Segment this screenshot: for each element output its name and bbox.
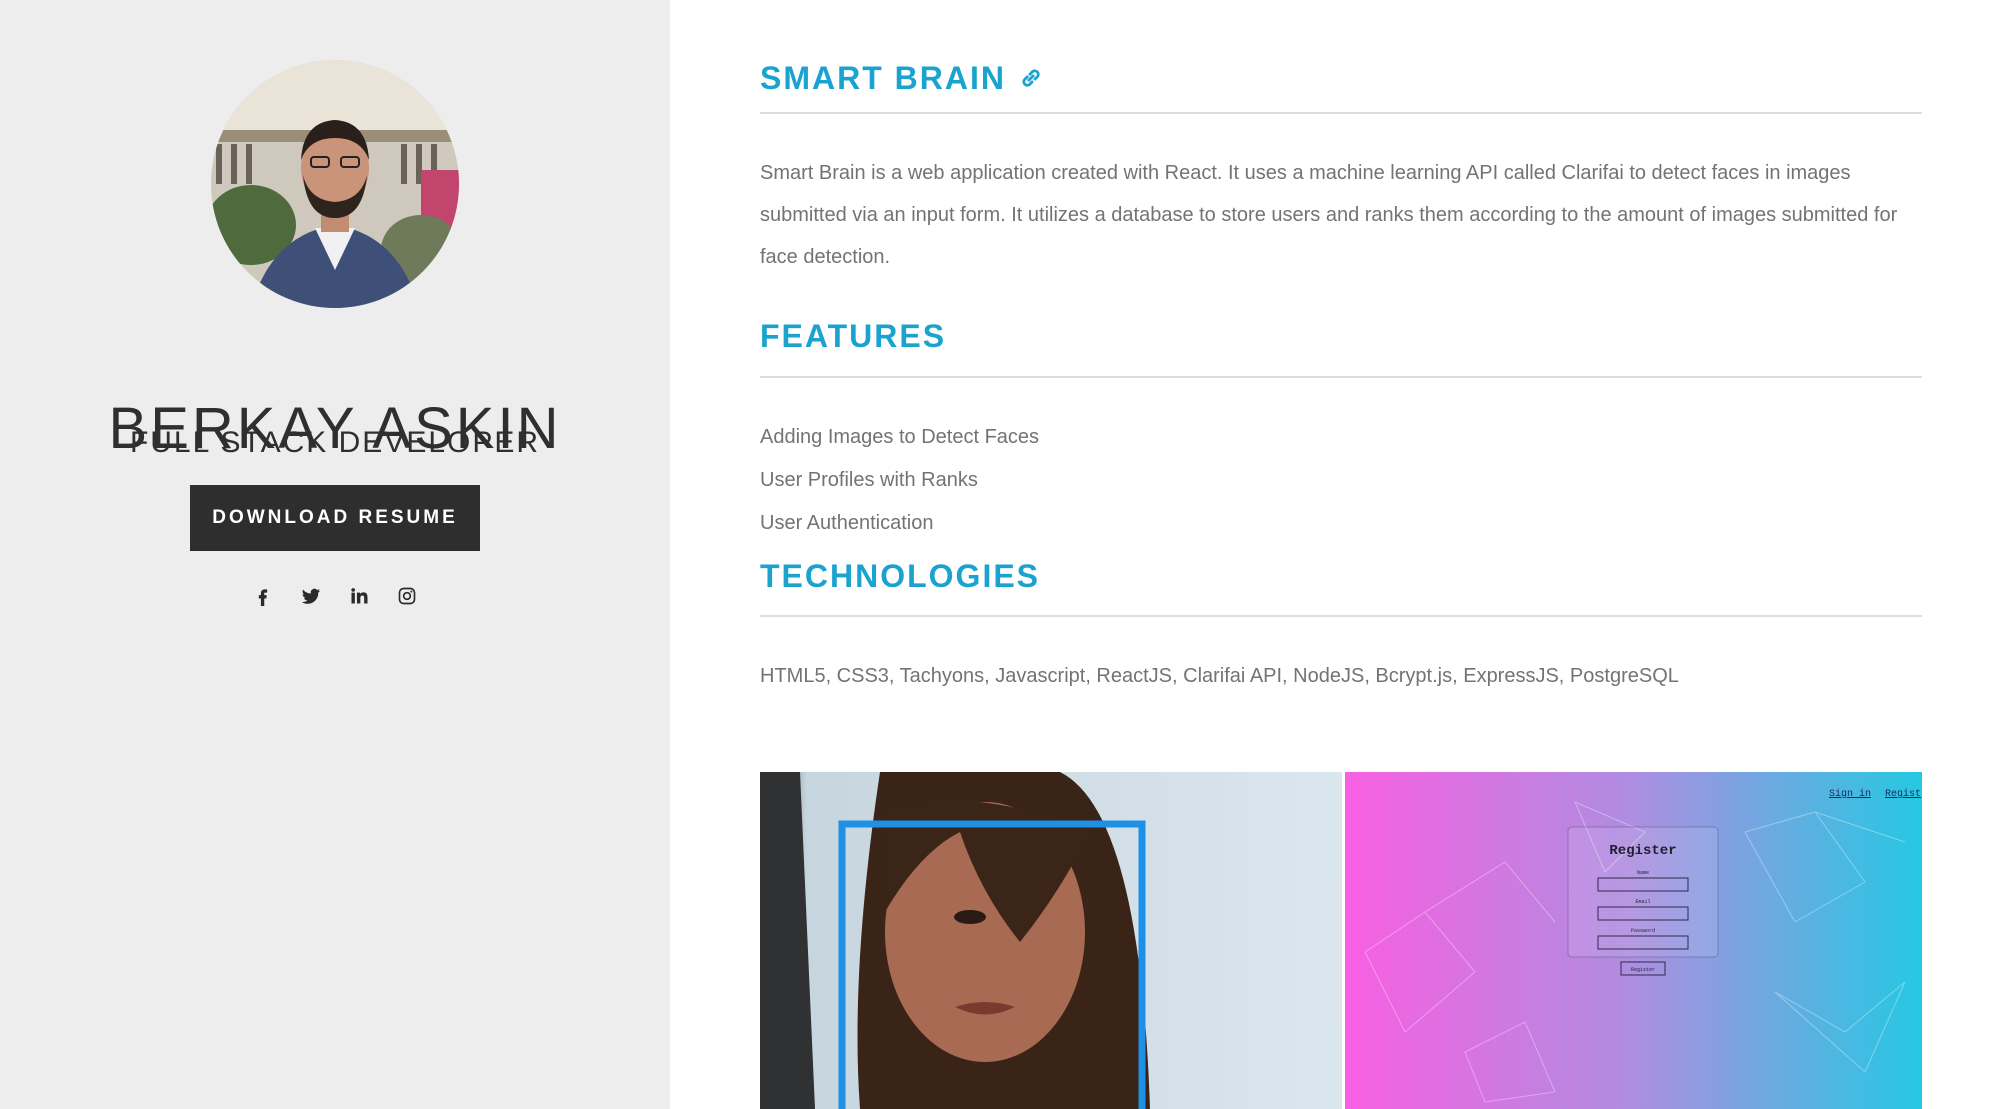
features-heading: FEATURES <box>760 318 947 354</box>
register-nav-signin: Sign in <box>1829 788 1871 800</box>
divider <box>760 376 1922 378</box>
svg-text:Name: Name <box>1637 870 1649 876</box>
project-title: SMART BRAIN <box>760 58 1044 98</box>
download-resume-button[interactable]: DOWNLOAD RESUME <box>190 485 480 551</box>
feature-item: User Profiles with Ranks <box>760 469 978 491</box>
register-page-screenshot[interactable]: Sign in Regist Register Name Email Passw… <box>1345 772 1922 1109</box>
facebook-icon[interactable] <box>252 585 274 607</box>
profile-sidebar: BERKAY ASKIN FULL STACK DEVELOPER DOWNLO… <box>0 0 670 1109</box>
social-links <box>0 585 670 613</box>
svg-text:Email: Email <box>1635 899 1650 905</box>
linkedin-icon[interactable] <box>348 585 370 607</box>
divider <box>760 112 1922 114</box>
svg-text:Password: Password <box>1631 928 1655 934</box>
project-description: Smart Brain is a web application created… <box>760 162 1898 268</box>
avatar <box>211 60 459 308</box>
twitter-icon[interactable] <box>300 585 322 607</box>
project-details: SMART BRAIN Smart Brain is a web applica… <box>760 0 1922 1109</box>
svg-text:Register: Register <box>1631 967 1655 973</box>
profile-role: FULL STACK DEVELOPER <box>129 426 541 459</box>
avatar-photo <box>211 60 459 308</box>
register-nav-register: Regist <box>1885 788 1921 800</box>
technologies-heading: TECHNOLOGIES <box>760 558 1041 594</box>
instagram-icon[interactable] <box>396 585 418 607</box>
feature-item: User Authentication <box>760 512 934 534</box>
face-detection-screenshot[interactable] <box>760 772 1342 1109</box>
register-form-title: Register <box>1609 843 1676 859</box>
project-title-text: SMART BRAIN <box>760 60 1006 96</box>
technologies-list: HTML5, CSS3, Tachyons, Javascript, React… <box>760 665 1679 687</box>
divider <box>760 615 1922 617</box>
link-icon[interactable] <box>1018 65 1044 91</box>
feature-item: Adding Images to Detect Faces <box>760 426 1040 448</box>
